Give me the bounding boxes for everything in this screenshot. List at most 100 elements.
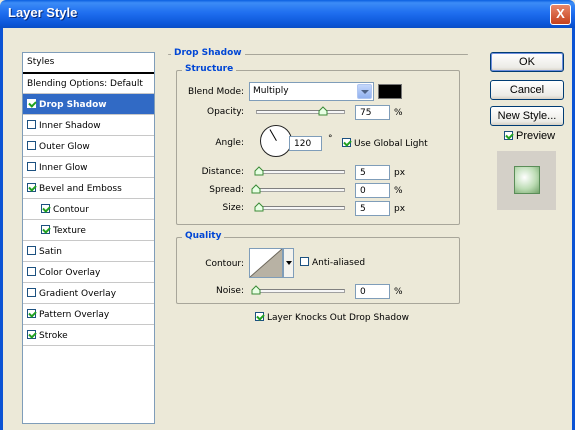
- spread-slider-track[interactable]: [256, 188, 345, 192]
- styles-item-contour[interactable]: Contour: [23, 199, 154, 220]
- opacity-value: 75: [360, 108, 372, 118]
- styles-item-gradient-overlay[interactable]: Gradient Overlay: [23, 283, 154, 304]
- distance-label: Distance:: [201, 167, 244, 177]
- title-bar[interactable]: Layer Style X: [0, 0, 575, 28]
- chevron-down-icon: [357, 84, 372, 99]
- size-slider-track[interactable]: [256, 206, 345, 210]
- checkbox-icon[interactable]: [27, 288, 36, 297]
- checkbox-icon[interactable]: [27, 267, 36, 276]
- size-label: Size:: [222, 203, 244, 213]
- spread-input[interactable]: 0: [355, 183, 390, 198]
- opacity-unit: %: [394, 108, 403, 118]
- anti-aliased-label: Anti-aliased: [312, 258, 366, 268]
- styles-item-texture[interactable]: Texture: [23, 220, 154, 241]
- spread-value: 0: [360, 186, 366, 196]
- distance-input[interactable]: 5: [355, 165, 390, 180]
- spread-label: Spread:: [209, 185, 244, 195]
- noise-value: 0: [360, 287, 366, 297]
- checkbox-icon[interactable]: [27, 99, 36, 108]
- styles-item-label: Inner Glow: [39, 163, 88, 173]
- checkbox-icon[interactable]: [27, 246, 36, 255]
- styles-item-label: Inner Shadow: [39, 121, 101, 131]
- checkbox-icon[interactable]: [27, 120, 36, 129]
- style-preview-swatch: [514, 166, 540, 194]
- styles-item-pattern-overlay[interactable]: Pattern Overlay: [23, 304, 154, 325]
- opacity-label: Opacity:: [207, 107, 244, 117]
- styles-item-inner-shadow[interactable]: Inner Shadow: [23, 115, 154, 136]
- styles-item-label: Drop Shadow: [39, 100, 107, 110]
- checkbox-icon: [300, 257, 309, 266]
- styles-item-label: Satin: [39, 247, 62, 257]
- noise-input[interactable]: 0: [355, 284, 390, 299]
- spread-slider-thumb[interactable]: [251, 184, 261, 194]
- checkbox-icon[interactable]: [27, 309, 36, 318]
- noise-slider-track[interactable]: [256, 289, 345, 293]
- size-slider-thumb[interactable]: [254, 202, 264, 212]
- checkbox-icon: [504, 131, 513, 140]
- styles-item-inner-glow[interactable]: Inner Glow: [23, 157, 154, 178]
- use-global-light-checkbox[interactable]: Use Global Light: [342, 138, 428, 149]
- opacity-input[interactable]: 75: [355, 105, 390, 120]
- preview-checkbox[interactable]: Preview: [504, 130, 555, 142]
- drop-shadow-legend: Drop Shadow: [171, 48, 245, 58]
- angle-input[interactable]: 120: [289, 136, 322, 151]
- styles-item-color-overlay[interactable]: Color Overlay: [23, 262, 154, 283]
- contour-curve-icon: [249, 248, 283, 278]
- layer-knocks-out-checkbox[interactable]: Layer Knocks Out Drop Shadow: [255, 312, 409, 323]
- opacity-slider-track[interactable]: [256, 110, 345, 114]
- anti-aliased-checkbox[interactable]: Anti-aliased: [300, 257, 365, 268]
- checkbox-icon[interactable]: [27, 183, 36, 192]
- angle-value: 120: [294, 139, 312, 149]
- styles-item-drop-shadow[interactable]: Drop Shadow: [23, 94, 154, 115]
- checkbox-icon[interactable]: [27, 330, 36, 339]
- checkbox-icon[interactable]: [27, 141, 36, 150]
- distance-slider-track[interactable]: [256, 170, 345, 174]
- use-global-light-label: Use Global Light: [354, 139, 428, 149]
- opacity-slider-thumb[interactable]: [318, 106, 328, 116]
- ok-button[interactable]: OK: [490, 52, 564, 72]
- size-unit: px: [394, 204, 406, 214]
- contour-dropdown-button[interactable]: [283, 248, 294, 278]
- cancel-button[interactable]: Cancel: [490, 80, 564, 100]
- preview-label: Preview: [516, 130, 556, 142]
- styles-item-label: Outer Glow: [39, 142, 90, 152]
- styles-list[interactable]: Styles Blending Options: Default Drop Sh…: [22, 52, 155, 424]
- styles-item-stroke[interactable]: Stroke: [23, 325, 154, 346]
- size-value: 5: [360, 204, 366, 214]
- angle-dial[interactable]: [260, 125, 292, 157]
- new-style-button[interactable]: New Style...: [490, 106, 564, 126]
- styles-item-label: Stroke: [39, 331, 68, 341]
- checkbox-icon[interactable]: [27, 162, 36, 171]
- contour-preview[interactable]: [249, 248, 283, 278]
- size-input[interactable]: 5: [355, 201, 390, 216]
- blend-mode-label: Blend Mode:: [188, 87, 245, 97]
- distance-unit: px: [394, 168, 406, 178]
- checkbox-icon[interactable]: [41, 225, 50, 234]
- window-frame-left: [0, 28, 3, 430]
- close-icon: X: [556, 6, 565, 21]
- styles-item-outer-glow[interactable]: Outer Glow: [23, 136, 154, 157]
- blend-mode-select[interactable]: Multiply: [249, 82, 374, 101]
- checkbox-icon: [342, 138, 351, 147]
- structure-legend: Structure: [182, 64, 237, 74]
- angle-unit: °: [328, 134, 333, 144]
- styles-item-satin[interactable]: Satin: [23, 241, 154, 262]
- distance-slider-thumb[interactable]: [254, 166, 264, 176]
- window-title: Layer Style: [8, 5, 78, 20]
- styles-item-label: Color Overlay: [39, 268, 101, 278]
- style-preview-thumbnail: [497, 151, 556, 210]
- close-button[interactable]: X: [550, 4, 571, 25]
- contour-label: Contour:: [205, 259, 244, 269]
- styles-header[interactable]: Styles: [23, 53, 154, 73]
- checkbox-icon[interactable]: [41, 204, 50, 213]
- styles-item-label: Gradient Overlay: [39, 289, 117, 299]
- distance-value: 5: [360, 168, 366, 178]
- noise-label: Noise:: [216, 286, 244, 296]
- styles-item-bevel-and-emboss[interactable]: Bevel and Emboss: [23, 178, 154, 199]
- shadow-color-swatch[interactable]: [378, 84, 402, 99]
- noise-unit: %: [394, 287, 403, 297]
- layer-knocks-out-label: Layer Knocks Out Drop Shadow: [267, 313, 409, 323]
- styles-item-label: Texture: [53, 226, 86, 236]
- blending-options-item[interactable]: Blending Options: Default: [23, 73, 154, 94]
- noise-slider-thumb[interactable]: [251, 285, 261, 295]
